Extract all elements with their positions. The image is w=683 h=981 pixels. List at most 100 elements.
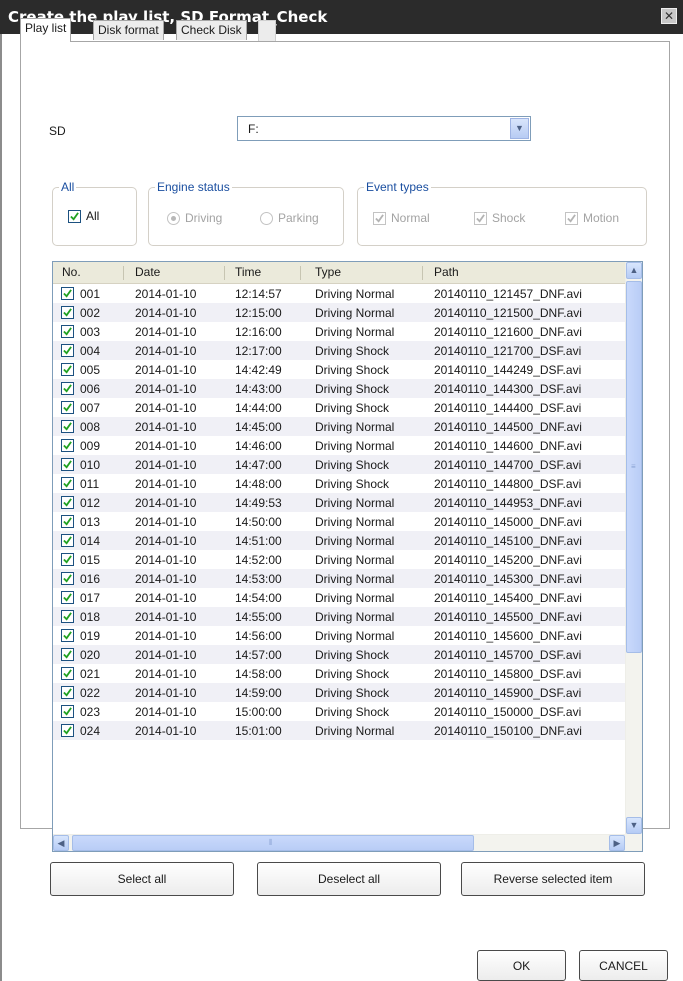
cell-date: 2014-01-10 xyxy=(135,306,197,320)
table-row[interactable]: 021 2014-01-10 14:58:00 Driving Shock 201401… xyxy=(53,664,625,683)
cell-no: 010 xyxy=(80,458,101,472)
table-row[interactable]: 024 2014-01-10 15:01:00 Driving Normal 20140… xyxy=(53,721,625,740)
table-row[interactable]: 009 2014-01-10 14:46:00 Driving Normal 20140… xyxy=(53,436,625,455)
cell-time: 14:55:00 xyxy=(235,610,282,624)
scroll-left-icon[interactable]: ◀ xyxy=(53,835,69,851)
row-check-icon[interactable] xyxy=(61,458,74,471)
column-header-path[interactable]: Path xyxy=(434,265,459,279)
row-check-icon[interactable] xyxy=(61,705,74,718)
table-row[interactable]: 016 2014-01-10 14:53:00 Driving Normal 20140… xyxy=(53,569,625,588)
table-row[interactable]: 002 2014-01-10 12:15:00 Driving Normal 20140… xyxy=(53,303,625,322)
table-row[interactable]: 022 2014-01-10 14:59:00 Driving Shock 201401… xyxy=(53,683,625,702)
horizontal-scrollbar[interactable]: ◀ ⦀ ▶ xyxy=(53,834,625,851)
row-check-icon[interactable] xyxy=(61,534,74,547)
vertical-scroll-thumb[interactable]: ≡ xyxy=(626,281,642,653)
row-check-icon[interactable] xyxy=(61,515,74,528)
close-icon[interactable]: ✕ xyxy=(661,8,677,24)
row-check-icon[interactable] xyxy=(61,610,74,623)
table-row[interactable]: 010 2014-01-10 14:47:00 Driving Shock 201401… xyxy=(53,455,625,474)
row-check-icon[interactable] xyxy=(61,629,74,642)
row-check-icon[interactable] xyxy=(61,553,74,566)
event-motion-label: Motion xyxy=(583,211,620,225)
cell-type: Driving Shock xyxy=(315,363,390,377)
tab-disk-format[interactable]: Disk format xyxy=(93,20,164,40)
scroll-right-icon[interactable]: ▶ xyxy=(609,835,625,851)
engine-status-legend: Engine status xyxy=(157,180,230,194)
row-check-icon[interactable] xyxy=(61,667,74,680)
cell-time: 14:44:00 xyxy=(235,401,282,415)
deselect-all-button[interactable]: Deselect all xyxy=(257,862,441,896)
engine-parking-radio[interactable]: Parking xyxy=(260,211,319,225)
row-check-icon[interactable] xyxy=(61,401,74,414)
table-row[interactable]: 007 2014-01-10 14:44:00 Driving Shock 201401… xyxy=(53,398,625,417)
table-row[interactable]: 019 2014-01-10 14:56:00 Driving Normal 20140… xyxy=(53,626,625,645)
cell-time: 14:54:00 xyxy=(235,591,282,605)
tab-check-disk[interactable]: Check Disk xyxy=(176,20,247,40)
row-check-icon[interactable] xyxy=(61,591,74,604)
vertical-scrollbar[interactable]: ▲ ≡ ▼ xyxy=(625,262,642,834)
row-check-icon[interactable] xyxy=(61,382,74,395)
cell-path: 20140110_145300_DNF.avi xyxy=(434,572,582,586)
reverse-selected-button[interactable]: Reverse selected item xyxy=(461,862,645,896)
table-row[interactable]: 008 2014-01-10 14:45:00 Driving Normal 20140… xyxy=(53,417,625,436)
sd-drive-select[interactable]: F: ▼ xyxy=(237,116,531,141)
event-shock-checkbox[interactable]: Shock xyxy=(474,211,525,225)
scroll-down-icon[interactable]: ▼ xyxy=(626,817,642,834)
table-row[interactable]: 011 2014-01-10 14:48:00 Driving Shock 201401… xyxy=(53,474,625,493)
row-check-icon[interactable] xyxy=(61,420,74,433)
row-check-icon[interactable] xyxy=(61,496,74,509)
tab-play-list[interactable]: Play list xyxy=(20,18,72,42)
row-check-icon[interactable] xyxy=(61,325,74,338)
event-motion-checkbox[interactable]: Motion xyxy=(565,211,619,225)
table-row[interactable]: 015 2014-01-10 14:52:00 Driving Normal 20140… xyxy=(53,550,625,569)
table-row[interactable]: 020 2014-01-10 14:57:00 Driving Shock 201401… xyxy=(53,645,625,664)
row-check-icon[interactable] xyxy=(61,572,74,585)
table-row[interactable]: 006 2014-01-10 14:43:00 Driving Shock 201401… xyxy=(53,379,625,398)
row-check-icon[interactable] xyxy=(61,344,74,357)
cell-type: Driving Normal xyxy=(315,325,395,339)
event-normal-checkbox[interactable]: Normal xyxy=(373,211,430,225)
cell-time: 14:58:00 xyxy=(235,667,282,681)
row-check-icon[interactable] xyxy=(61,363,74,376)
file-list-view[interactable]: No. Date Time Type Path 001 2014-01-10 12:… xyxy=(52,261,643,852)
row-check-icon[interactable] xyxy=(61,724,74,737)
table-row[interactable]: 014 2014-01-10 14:51:00 Driving Normal 20140… xyxy=(53,531,625,550)
cell-path: 20140110_145700_DSF.avi xyxy=(434,648,582,662)
cell-time: 14:57:00 xyxy=(235,648,282,662)
cell-type: Driving Normal xyxy=(315,420,395,434)
table-row[interactable]: 005 2014-01-10 14:42:49 Driving Shock 201401… xyxy=(53,360,625,379)
tab-label: Disk format xyxy=(98,23,159,37)
horizontal-scroll-thumb[interactable]: ⦀ xyxy=(72,835,474,851)
table-row[interactable]: 017 2014-01-10 14:54:00 Driving Normal 20140… xyxy=(53,588,625,607)
all-checkbox[interactable]: All xyxy=(68,209,99,223)
cell-type: Driving Normal xyxy=(315,591,395,605)
scroll-up-icon[interactable]: ▲ xyxy=(626,262,642,279)
table-row[interactable]: 023 2014-01-10 15:00:00 Driving Shock 201401… xyxy=(53,702,625,721)
row-check-icon[interactable] xyxy=(61,439,74,452)
chevron-down-icon[interactable]: ▼ xyxy=(510,118,529,139)
cell-path: 20140110_121600_DNF.avi xyxy=(434,325,582,339)
row-check-icon[interactable] xyxy=(61,648,74,661)
table-row[interactable]: 013 2014-01-10 14:50:00 Driving Normal 20140… xyxy=(53,512,625,531)
table-row[interactable]: 003 2014-01-10 12:16:00 Driving Normal 20140… xyxy=(53,322,625,341)
column-header-time[interactable]: Time xyxy=(235,265,261,279)
cancel-button[interactable]: CANCEL xyxy=(579,950,668,981)
cell-path: 20140110_145500_DNF.avi xyxy=(434,610,582,624)
table-row[interactable]: 001 2014-01-10 12:14:57 Driving Normal 20140… xyxy=(53,284,625,303)
table-row[interactable]: 012 2014-01-10 14:49:53 Driving Normal 20140… xyxy=(53,493,625,512)
column-header-no[interactable]: No. xyxy=(62,265,81,279)
select-all-button[interactable]: Select all xyxy=(50,862,234,896)
row-check-icon[interactable] xyxy=(61,287,74,300)
cell-time: 14:46:00 xyxy=(235,439,282,453)
table-row[interactable]: 018 2014-01-10 14:55:00 Driving Normal 20140… xyxy=(53,607,625,626)
ok-button[interactable]: OK xyxy=(477,950,566,981)
row-check-icon[interactable] xyxy=(61,686,74,699)
engine-driving-radio[interactable]: Driving xyxy=(167,211,222,225)
row-check-icon[interactable] xyxy=(61,306,74,319)
row-check-icon[interactable] xyxy=(61,477,74,490)
column-header-type[interactable]: Type xyxy=(315,265,341,279)
table-row[interactable]: 004 2014-01-10 12:17:00 Driving Shock 201401… xyxy=(53,341,625,360)
cell-no: 005 xyxy=(80,363,101,377)
cell-date: 2014-01-10 xyxy=(135,553,197,567)
column-header-date[interactable]: Date xyxy=(135,265,160,279)
